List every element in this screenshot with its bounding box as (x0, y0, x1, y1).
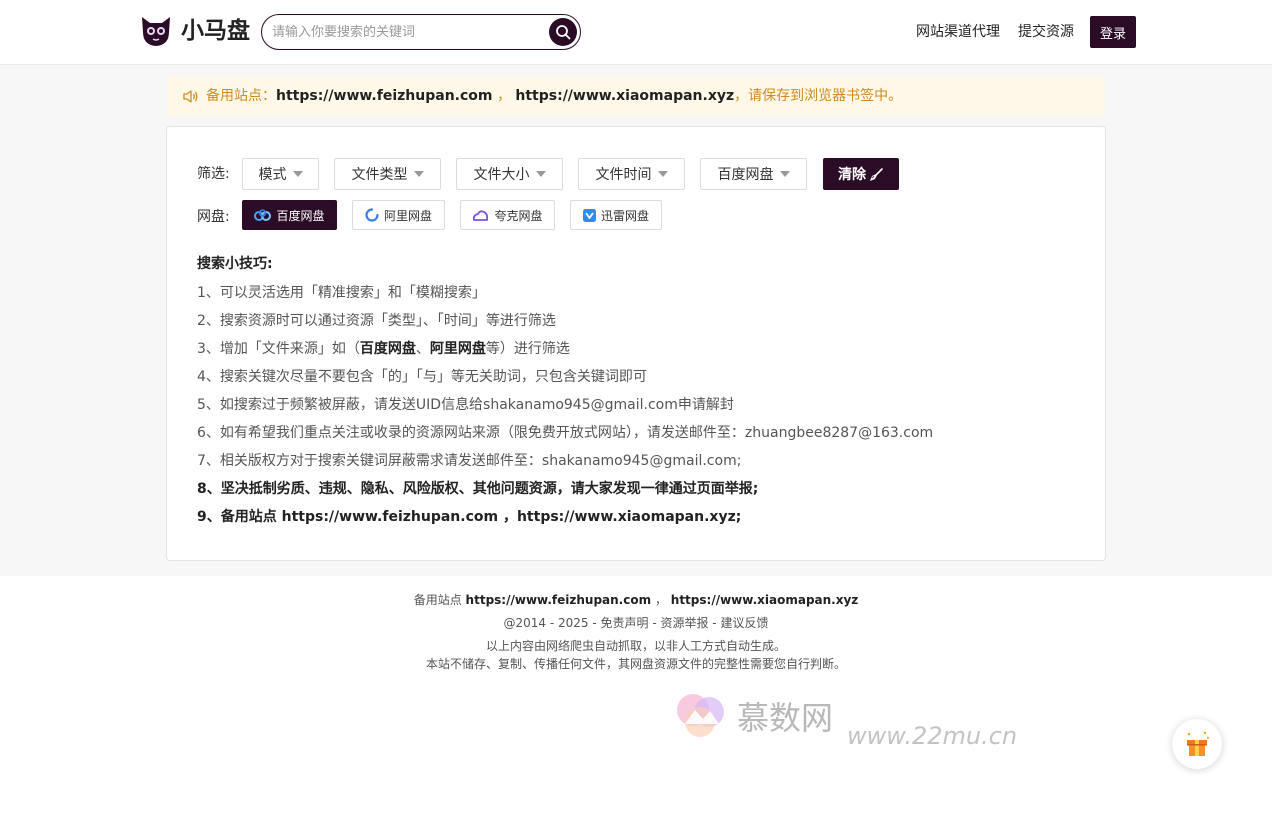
filter-filetime-dropdown[interactable]: 文件时间 (578, 158, 685, 190)
filter-filesize-dropdown[interactable]: 文件大小 (456, 158, 563, 190)
tip-item: 1、可以灵活选用「精准搜索」和「模糊搜索」 (197, 285, 486, 301)
nav-submit-resource[interactable]: 提交资源 (1018, 23, 1074, 41)
logo-text[interactable]: 小马盘 (181, 16, 250, 46)
filter-card: 筛选: 模式 文件类型 文件大小 文件时间 百度网盘 清除 网盘: 百度网盘 阿… (166, 126, 1106, 561)
search-button[interactable] (549, 18, 577, 46)
tip-item: 3、增加「文件来源」如（百度网盘、阿里网盘等）进行筛选 (197, 341, 570, 357)
login-button[interactable]: 登录 (1090, 16, 1136, 48)
filter-label: 筛选: (197, 166, 230, 182)
ali-pan-icon (365, 208, 379, 222)
tip-item: 4、搜索关键次尽量不要包含「的」「与」等无关助词，只包含关键词即可 (197, 369, 647, 385)
broom-icon (870, 167, 883, 181)
baidu-pan-icon (254, 208, 272, 221)
gift-button[interactable] (1172, 719, 1222, 769)
search-box (261, 14, 581, 50)
caret-down-icon (779, 171, 790, 177)
header: 小马盘 网站渠道代理 提交资源 登录 (0, 0, 1272, 65)
search-icon (556, 25, 571, 40)
pan-label: 网盘: (197, 209, 230, 225)
notice-bar: 备用站点：https://www.feizhupan.com ， https:/… (167, 76, 1105, 116)
tip-item: 5、如搜索过于频繁被屏蔽，请发送UID信息给shakanamo945@gmail… (197, 397, 734, 413)
caret-down-icon (535, 171, 546, 177)
tip-item: 2、搜索资源时可以通过资源「类型」、「时间」等进行筛选 (197, 313, 556, 329)
watermark-url: www.22mu.cn (847, 722, 1018, 750)
pan-quark-button[interactable]: 夸克网盘 (460, 200, 555, 230)
caret-down-icon (413, 171, 424, 177)
footer-site1[interactable]: https://www.feizhupan.com (466, 593, 652, 607)
search-input[interactable] (272, 22, 542, 42)
caret-down-icon (292, 171, 303, 177)
filter-filetype-dropdown[interactable]: 文件类型 (334, 158, 441, 190)
footer-links[interactable]: @2014 - 2025 - 免责声明 - 资源举报 - 建议反馈 (0, 615, 1272, 631)
caret-down-icon (657, 171, 668, 177)
watermark: 慕数网 www.22mu.cn (673, 690, 1017, 760)
watermark-logo-icon (677, 694, 724, 737)
pan-xunlei-button[interactable]: 迅雷网盘 (570, 200, 662, 230)
footer-site2[interactable]: https://www.xiaomapan.xyz (671, 593, 859, 607)
notice-site1[interactable]: https://www.feizhupan.com (276, 88, 492, 104)
tip-item: 8、坚决抵制劣质、违规、隐私、风险版权、其他问题资源，请大家发现一律通过页面举报… (197, 481, 759, 497)
speaker-icon (183, 90, 198, 103)
tip-item: 6、如有希望我们重点关注或收录的资源网站来源（限免费开放式网站），请发送邮件至：… (197, 425, 934, 441)
tips-title: 搜索小技巧: (197, 256, 273, 272)
pan-ali-button[interactable]: 阿里网盘 (352, 200, 445, 230)
xunlei-pan-icon (582, 208, 596, 222)
tip-item: 9、备用站点 https://www.feizhupan.com ，https:… (197, 509, 742, 525)
filter-mode-dropdown[interactable]: 模式 (242, 158, 319, 190)
gift-icon (1187, 731, 1209, 756)
notice-text: 备用站点：https://www.feizhupan.com ， https:/… (206, 88, 903, 104)
logo-icon[interactable] (139, 14, 173, 48)
notice-site2[interactable]: https://www.xiaomapan.xyz (515, 88, 734, 104)
footer-disclaimer-1: 以上内容由网络爬虫自动抓取，以非人工方式自动生成。 (485, 639, 786, 653)
watermark-text: 慕数网 (737, 699, 834, 737)
tip-item: 7、相关版权方对于搜索关键词屏蔽需求请发送邮件至：shakanamo945@gm… (197, 453, 742, 469)
clear-button[interactable]: 清除 (823, 158, 899, 190)
filter-pan-dropdown[interactable]: 百度网盘 (700, 158, 807, 190)
footer-disclaimer-2: 本站不储存、复制、传播任何文件，其网盘资源文件的完整性需要您自行判断。 (425, 657, 846, 671)
pan-baidu-button[interactable]: 百度网盘 (242, 200, 337, 230)
footer-backup-sites: 备用站点 https://www.feizhupan.com ， https:/… (413, 593, 859, 607)
nav-channel-agent[interactable]: 网站渠道代理 (916, 23, 1000, 41)
quark-pan-icon (473, 209, 489, 221)
